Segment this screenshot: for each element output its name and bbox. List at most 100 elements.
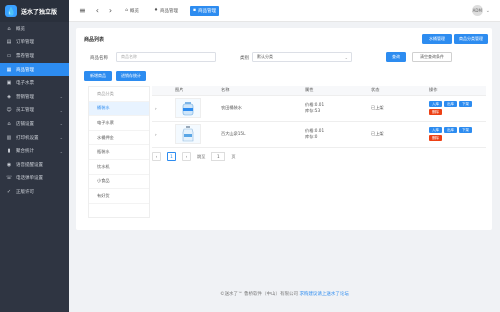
category-select[interactable]: 默认分类 ⌄ xyxy=(252,52,352,62)
chevron-down-icon: ⌄ xyxy=(59,107,63,113)
app-title: 送水了独立版 xyxy=(21,8,58,16)
goods-table: 图片 名称 属性 状态 操作 › 农田桶装水 价格:0.01 库存:53 已上架 … xyxy=(152,86,486,148)
chevron-down-icon: ⌄ xyxy=(59,94,63,100)
staff-icon: ☺ xyxy=(6,107,12,114)
sidebar-item-e-ticket[interactable]: ▣ 电子水票 xyxy=(0,76,69,90)
goods-name: 百大山泉15L xyxy=(218,121,302,148)
copyright-text: ©送水了™ 鲁桥软件（中山）有限公司 xyxy=(220,292,300,297)
avatar[interactable]: ADM xyxy=(471,5,483,16)
ticket-icon: ▭ xyxy=(6,52,12,59)
prev-page-button[interactable]: ‹ xyxy=(152,152,161,161)
table-header: 属性 xyxy=(302,86,368,96)
sidebar-item-goods[interactable]: ▦ 商品管理 xyxy=(0,62,69,77)
sidebar-item-marketing[interactable]: ◈ 营销管理 ⌄ xyxy=(0,90,69,104)
breadcrumb-goods-parent[interactable]: ♦ 商品管理 xyxy=(151,6,181,16)
stock-stats-button[interactable]: 进销存统计 xyxy=(116,71,146,81)
sidebar-item-overview[interactable]: ⌂ 概览 xyxy=(0,22,69,36)
category-item[interactable]: 小食品 xyxy=(89,175,149,190)
goods-image xyxy=(175,124,201,144)
category-list-header: 商品分类 xyxy=(89,87,149,102)
clear-filters-button[interactable]: 清空查询条件 xyxy=(412,52,452,62)
table-header: 状态 xyxy=(368,86,426,96)
delete-button[interactable]: 删除 xyxy=(429,109,442,115)
phone-icon: ☏ xyxy=(6,175,13,182)
category-item[interactable]: 瓶装水 xyxy=(89,145,149,160)
stock-out-button[interactable]: 出库 xyxy=(444,127,457,133)
add-goods-button[interactable]: 新增商品 xyxy=(84,71,112,81)
sidebar: 💧 送水了独立版 ⌂ 概览 ▤ 订单管理 ▭ 票卷管理 ▦ 商品管理 ▣ 电子水票 ◈ 营销… xyxy=(0,0,69,312)
water-bottle-icon xyxy=(182,102,194,116)
chevron-down-icon: ⌄ xyxy=(59,135,63,141)
category-item[interactable]: 饮水机 xyxy=(89,160,149,175)
expand-icon[interactable]: › xyxy=(152,121,172,148)
goods-status: 已上架 xyxy=(368,121,426,148)
category-manage-button[interactable]: 商品分类管理 xyxy=(454,34,488,44)
expand-icon[interactable]: › xyxy=(152,95,172,122)
chevron-down-icon: ⌄ xyxy=(59,148,63,154)
goods-status: 已上架 xyxy=(368,95,426,122)
unlist-button[interactable]: 下架 xyxy=(459,127,472,133)
sidebar-item-store[interactable]: ⌂ 店铺设置 ⌄ xyxy=(0,117,69,131)
table-row: › 百大山泉15L 价格:0.01 库存:0 已上架 入库 出库 下架 删除 xyxy=(152,121,486,148)
sidebar-item-voice[interactable]: ◉ 语音提醒设置 xyxy=(0,158,69,172)
table-header: 图片 xyxy=(172,86,218,96)
goto-label: 跳至 xyxy=(197,153,206,159)
unlist-button[interactable]: 下架 xyxy=(459,101,472,107)
user-menu[interactable]: ADM ⌄ xyxy=(471,5,490,16)
forum-link[interactable]: 求购建议请上送水了论坛 xyxy=(299,292,349,297)
sidebar-item-printer[interactable]: ▥ 打印机设置 ⌄ xyxy=(0,131,69,145)
tag-icon: ▪ xyxy=(193,8,197,13)
pin-icon: ♦ xyxy=(153,8,159,13)
breadcrumb-goods-current[interactable]: ▪ 商品管理 xyxy=(190,5,220,16)
stock-out-button[interactable]: 出库 xyxy=(444,101,457,107)
category-item[interactable]: 水桶押金 xyxy=(89,131,149,146)
water-jug-icon xyxy=(182,126,194,142)
sidebar-menu: ⌂ 概览 ▤ 订单管理 ▭ 票卷管理 ▦ 商品管理 ▣ 电子水票 ◈ 营销管理 ⌄ ☺ 员工管理… xyxy=(0,22,69,199)
table-row: › 农田桶装水 价格:0.01 库存:53 已上架 入库 出库 下架 删除 xyxy=(152,95,486,122)
stock-in-button[interactable]: 入库 xyxy=(429,101,442,107)
page-unit-label: 页 xyxy=(231,153,236,159)
stock-in-button[interactable]: 入库 xyxy=(429,127,442,133)
category-item[interactable]: 桶装水 xyxy=(89,101,149,117)
e-ticket-icon: ▣ xyxy=(6,80,12,87)
breadcrumb-overview[interactable]: ⌂ 概览 xyxy=(122,6,142,16)
delete-button[interactable]: 删除 xyxy=(429,135,442,141)
sidebar-item-phone[interactable]: ☏ 电话弹单设置 xyxy=(0,172,69,186)
sidebar-item-tickets[interactable]: ▭ 票卷管理 xyxy=(0,49,69,63)
goto-page-input[interactable]: 1 xyxy=(211,152,226,161)
page-title: 商品列表 xyxy=(84,37,105,43)
table-header xyxy=(152,86,172,96)
goods-icon: ▦ xyxy=(6,66,12,73)
marketing-icon: ◈ xyxy=(7,93,11,100)
back-icon[interactable]: ‹ xyxy=(96,6,99,15)
category-item[interactable]: 有好货 xyxy=(89,189,149,204)
goods-image xyxy=(175,98,201,118)
chevron-down-icon: ⌄ xyxy=(59,121,63,127)
sidebar-item-license[interactable]: ✓ 正版许可 xyxy=(0,185,69,199)
category-label: 类别 xyxy=(240,56,249,61)
category-item[interactable]: 电子水票 xyxy=(89,116,149,131)
order-icon: ▤ xyxy=(6,39,12,46)
pagination: ‹ 1 › 跳至 1 页 xyxy=(152,152,236,161)
search-button[interactable]: 查询 xyxy=(386,52,406,62)
stats-icon: ▮ xyxy=(7,148,11,155)
next-page-button[interactable]: › xyxy=(182,152,191,161)
menu-toggle-icon[interactable]: ≡ xyxy=(79,6,86,15)
table-header: 名称 xyxy=(218,86,302,96)
sidebar-item-stats[interactable]: ▮ 聚合统计 ⌄ xyxy=(0,144,69,158)
goods-stock: 库存:53 xyxy=(305,108,321,113)
table-header-row: 图片 名称 属性 状态 操作 xyxy=(152,86,486,96)
brand: 💧 送水了独立版 xyxy=(0,0,69,22)
footer: ©送水了™ 鲁桥软件（中山）有限公司 求购建议请上送水了论坛 xyxy=(69,291,500,297)
store-icon: ⌂ xyxy=(7,120,11,127)
topbar: ≡ ‹ › ⌂ 概览 ♦ 商品管理 ▪ 商品管理 ADM ⌄ xyxy=(69,0,500,22)
goods-card: 商品列表 水桶管理 商品分类管理 商品名称 商品名称 类别 默认分类 ⌄ 查询 清… xyxy=(76,28,492,230)
water-bucket-manage-button[interactable]: 水桶管理 xyxy=(422,34,452,44)
forward-icon[interactable]: › xyxy=(109,6,112,15)
sidebar-item-orders[interactable]: ▤ 订单管理 xyxy=(0,36,69,50)
chevron-down-icon: ⌄ xyxy=(344,54,348,60)
app-logo: 💧 xyxy=(5,5,17,17)
page-number-button[interactable]: 1 xyxy=(167,152,176,161)
goods-name-input[interactable]: 商品名称 xyxy=(116,52,216,62)
sidebar-item-staff[interactable]: ☺ 员工管理 ⌄ xyxy=(0,104,69,118)
